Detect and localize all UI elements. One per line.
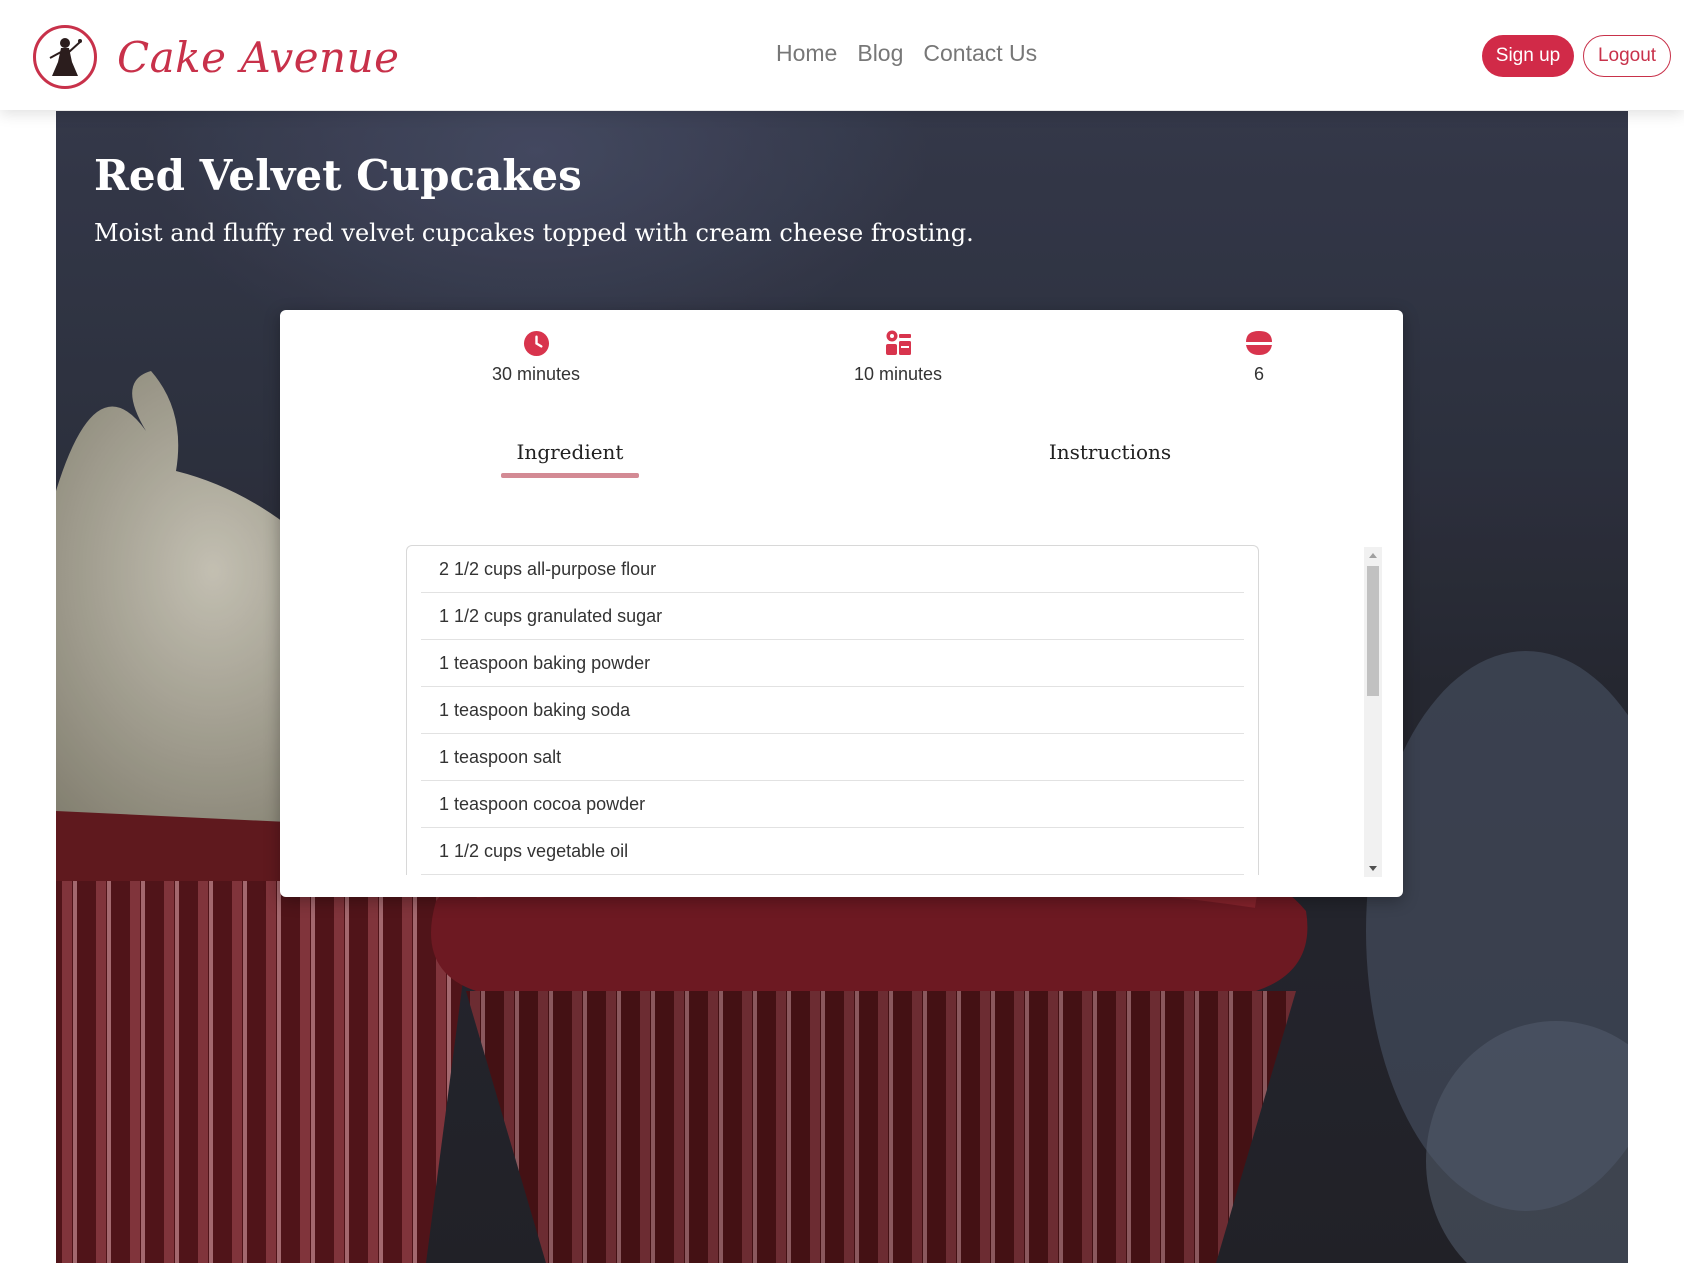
signup-button[interactable]: Sign up xyxy=(1482,35,1574,77)
navbar: Cake Avenue Home Blog Contact Us Sign up… xyxy=(0,0,1684,110)
baker-silhouette-logo-icon xyxy=(33,25,97,89)
recipe-title: Red Velvet Cupcakes xyxy=(94,151,582,200)
list-item: 2 1/2 cups all-purpose flour xyxy=(421,546,1244,593)
total-time-value: 30 minutes xyxy=(491,364,581,384)
recipe-description: Moist and fluffy red velvet cupcakes top… xyxy=(94,219,974,247)
recipe-hero: Red Velvet Cupcakes Moist and fluffy red… xyxy=(56,111,1628,1263)
kitchen-tools-icon xyxy=(886,330,911,355)
list-item: 1 teaspoon baking soda xyxy=(421,687,1244,734)
servings-stat: 6 xyxy=(1159,328,1359,385)
prep-time-stat: 10 minutes xyxy=(798,328,998,385)
tab-instructions[interactable]: Instructions xyxy=(1040,440,1180,464)
list-item: 1 teaspoon baking powder xyxy=(421,640,1244,687)
servings-bowl-icon xyxy=(1245,331,1273,355)
list-item: 1 1/2 cups vegetable oil xyxy=(421,828,1244,875)
ingredient-list[interactable]: 2 1/2 cups all-purpose flour 1 1/2 cups … xyxy=(406,545,1259,875)
active-tab-indicator xyxy=(501,473,639,478)
nav-links: Home Blog Contact Us xyxy=(776,40,1037,67)
prep-time-value: 10 minutes xyxy=(853,364,943,384)
list-item: 1 teaspoon salt xyxy=(421,734,1244,781)
recipe-card: 30 minutes 10 minutes 6 Ingredient Instr… xyxy=(280,310,1403,897)
scroll-down-arrow-icon[interactable] xyxy=(1369,866,1377,871)
clock-icon xyxy=(523,330,549,356)
scroll-thumb[interactable] xyxy=(1367,566,1379,696)
logout-button[interactable]: Logout xyxy=(1583,35,1671,77)
brand-name: Cake Avenue xyxy=(117,32,400,82)
scroll-up-arrow-icon[interactable] xyxy=(1369,553,1377,558)
nav-link-contact[interactable]: Contact Us xyxy=(923,40,1037,67)
servings-value: 6 xyxy=(1253,364,1264,384)
nav-link-home[interactable]: Home xyxy=(776,40,837,67)
brand[interactable]: Cake Avenue xyxy=(33,25,400,89)
total-time-stat: 30 minutes xyxy=(436,328,636,385)
ingredient-scrollbar[interactable] xyxy=(1364,547,1382,877)
nav-link-blog[interactable]: Blog xyxy=(857,40,903,67)
list-item: 1 1/2 cups granulated sugar xyxy=(421,593,1244,640)
list-item: 1 teaspoon cocoa powder xyxy=(421,781,1244,828)
tab-ingredient[interactable]: Ingredient xyxy=(501,440,639,464)
